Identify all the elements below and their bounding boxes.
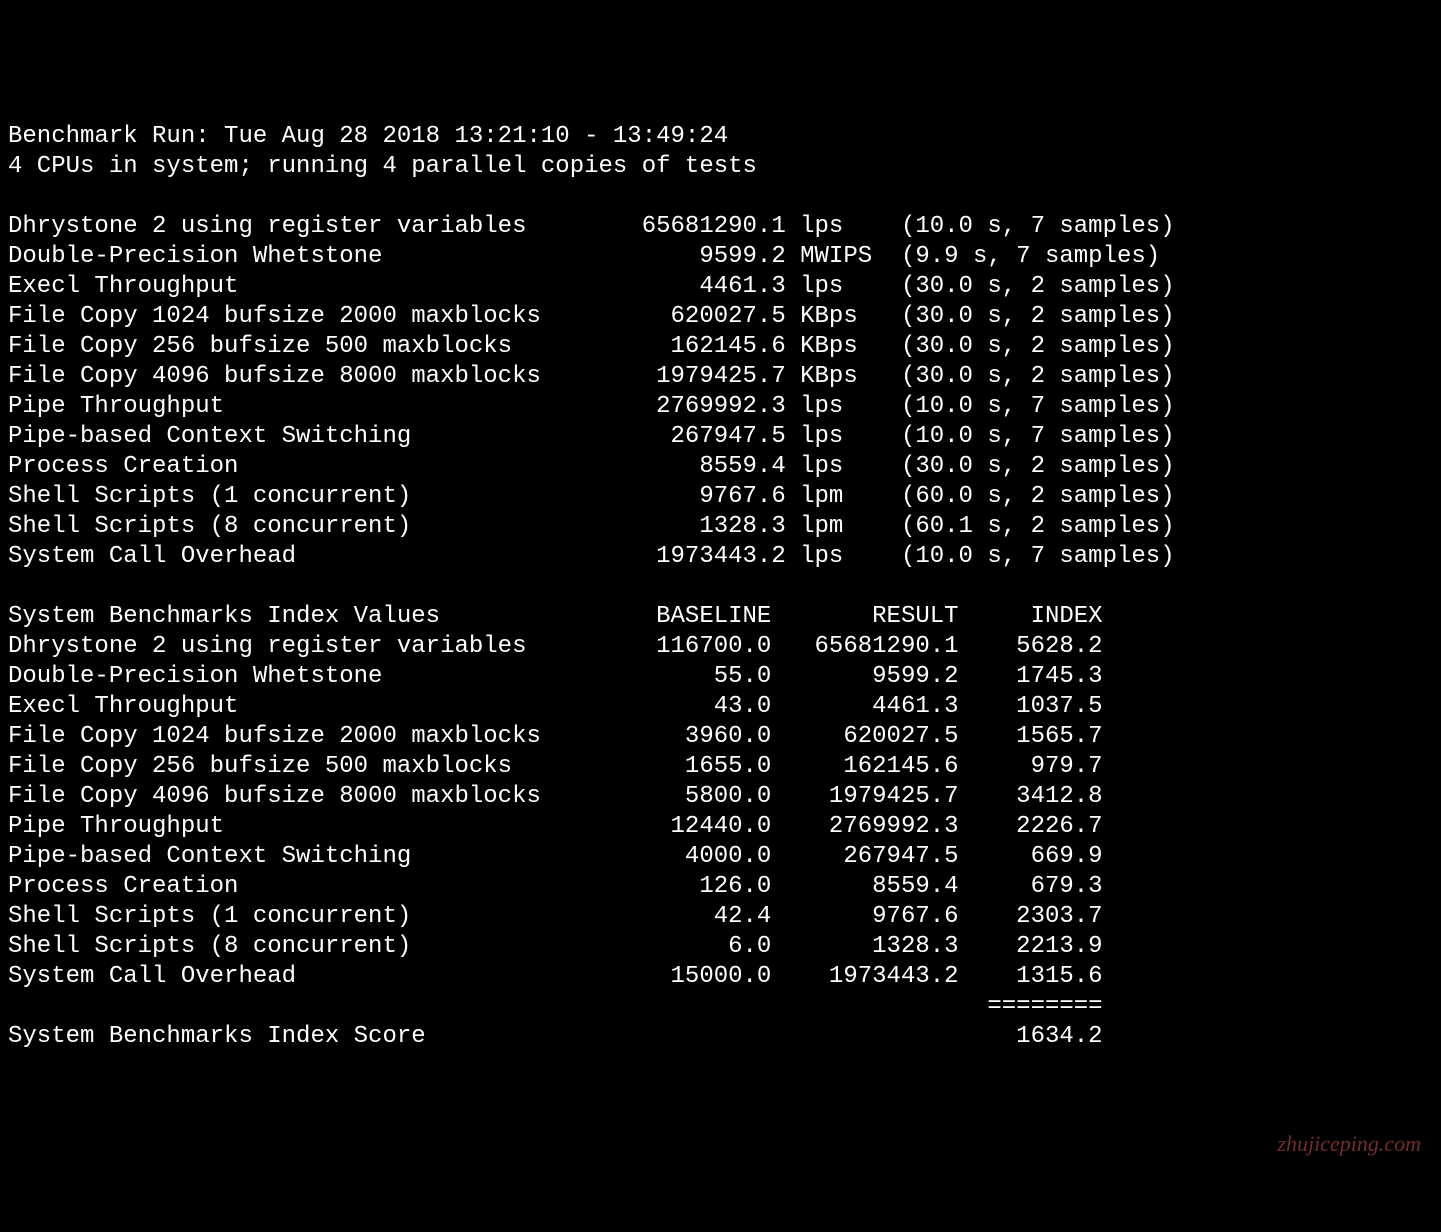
terminal-output: Benchmark Run: Tue Aug 28 2018 13:21:10 … (8, 122, 1433, 1052)
watermark-text: zhujiceping.com (1277, 1130, 1421, 1158)
